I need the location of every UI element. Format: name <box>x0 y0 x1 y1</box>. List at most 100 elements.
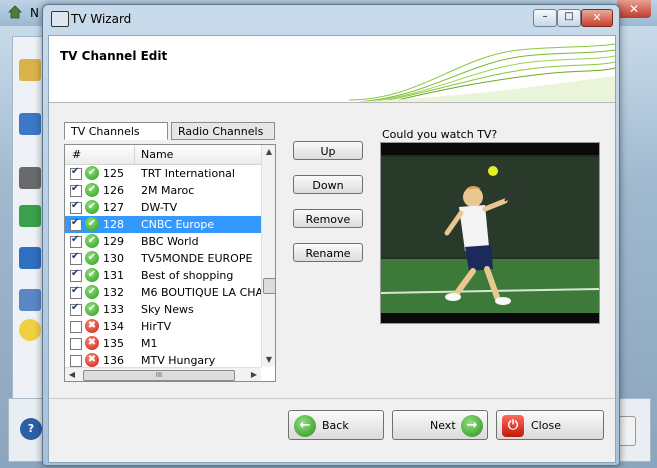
home-icon <box>8 5 22 19</box>
channel-number: 125 <box>103 167 124 180</box>
check-status-icon: ✔ <box>85 183 99 197</box>
table-row[interactable]: ✔ 133 Sky News <box>65 301 261 318</box>
channel-number: 132 <box>103 286 124 299</box>
screen-icon[interactable] <box>19 289 41 311</box>
row-checkbox[interactable] <box>70 217 82 231</box>
page-title: TV Channel Edit <box>60 49 168 63</box>
preview-label: Could you watch TV? <box>382 128 498 141</box>
column-separator[interactable] <box>134 145 135 164</box>
check-status-icon: ✔ <box>85 268 99 282</box>
table-row[interactable]: ✔ 129 BBC World <box>65 233 261 250</box>
header-swoosh-graphic <box>349 43 615 102</box>
check-status-icon: ✔ <box>85 285 99 299</box>
scroll-down-arrow-icon[interactable]: ▼ <box>262 353 275 367</box>
dialog-title: TV Wizard <box>71 12 132 26</box>
rename-button[interactable]: Rename <box>293 243 363 262</box>
background-close-button[interactable]: ✕ <box>617 0 651 18</box>
back-button-label: Back <box>322 419 349 432</box>
close-button-label: Close <box>531 419 561 432</box>
dialog-client-area: TV Channel Edit TV Channels Radio Channe… <box>48 35 616 463</box>
table-row[interactable]: ✔ 130 TV5MONDE EUROPE <box>65 250 261 267</box>
channel-number: 128 <box>103 218 124 231</box>
channel-number: 136 <box>103 354 124 367</box>
horizontal-scrollbar[interactable]: ◀ III ▶ <box>65 367 261 381</box>
lightbulb-icon[interactable] <box>19 319 41 341</box>
table-row[interactable]: ✔ 125 TRT International <box>65 165 261 182</box>
channel-name: HirTV <box>141 320 172 333</box>
row-checkbox[interactable] <box>70 338 82 350</box>
channel-number: 130 <box>103 252 124 265</box>
tv-wizard-app-icon <box>51 11 69 27</box>
next-arrow-icon: → <box>461 415 483 437</box>
horizontal-scroll-thumb[interactable]: III <box>83 370 235 381</box>
channel-name: M6 BOUTIQUE LA CHAIN <box>141 286 275 299</box>
row-checkbox[interactable] <box>70 251 82 265</box>
close-button[interactable]: ⏻ Close <box>496 410 604 440</box>
back-button[interactable]: ← Back <box>288 410 384 440</box>
row-checkbox[interactable] <box>70 321 82 333</box>
table-row[interactable]: ✔ 126 2M Maroc <box>65 182 261 199</box>
scroll-left-arrow-icon[interactable]: ◀ <box>65 368 79 381</box>
help-icon[interactable]: ? <box>20 418 42 440</box>
tab-tv-channels[interactable]: TV Channels <box>64 122 168 140</box>
table-row[interactable]: ✖ 135 M1 <box>65 335 261 352</box>
next-button[interactable]: Next → <box>392 410 488 440</box>
row-checkbox[interactable] <box>70 166 82 180</box>
channel-name: TRT International <box>141 167 235 180</box>
check-status-icon: ✔ <box>85 251 99 265</box>
vertical-scroll-thumb[interactable] <box>263 278 275 294</box>
column-header-number[interactable]: # <box>72 148 81 161</box>
monitor-icon[interactable] <box>19 247 41 269</box>
remove-button[interactable]: Remove <box>293 209 363 228</box>
channel-list: # Name ✔ 125 TRT International ✔ 126 2M Maroc… <box>64 144 276 382</box>
table-row[interactable]: ✔ 128 CNBC Europe <box>65 216 261 233</box>
scroll-up-arrow-icon[interactable]: ▲ <box>262 145 275 159</box>
table-row[interactable]: ✔ 127 DW-TV <box>65 199 261 216</box>
dialog-close-button[interactable]: ✕ <box>581 9 613 27</box>
row-checkbox[interactable] <box>70 183 82 197</box>
check-status-icon: ✔ <box>85 302 99 316</box>
table-row[interactable]: ✔ 131 Best of shopping <box>65 267 261 284</box>
network-icon[interactable] <box>19 113 41 135</box>
up-button[interactable]: Up <box>293 141 363 160</box>
folder-icon[interactable] <box>19 59 41 81</box>
row-checkbox[interactable] <box>70 268 82 282</box>
row-checkbox[interactable] <box>70 302 82 316</box>
channel-number: 131 <box>103 269 124 282</box>
channel-name: MTV Hungary <box>141 354 216 367</box>
tv-preview-image <box>380 142 600 324</box>
channel-name: Sky News <box>141 303 194 316</box>
vertical-scrollbar[interactable]: ▲ ▼ <box>261 145 275 367</box>
channel-number: 133 <box>103 303 124 316</box>
device-icon[interactable] <box>19 167 41 189</box>
error-status-icon: ✖ <box>85 353 99 367</box>
maximize-button[interactable]: □ <box>557 9 581 27</box>
column-header-name[interactable]: Name <box>141 148 173 161</box>
channel-name: M1 <box>141 337 158 350</box>
row-checkbox[interactable] <box>70 200 82 214</box>
channel-number: 126 <box>103 184 124 197</box>
channel-name: DW-TV <box>141 201 178 214</box>
down-button[interactable]: Down <box>293 175 363 194</box>
check-status-icon: ✔ <box>85 234 99 248</box>
row-checkbox[interactable] <box>70 285 82 299</box>
channel-number: 135 <box>103 337 124 350</box>
channel-name: TV5MONDE EUROPE <box>141 252 253 265</box>
power-icon: ⏻ <box>502 415 524 437</box>
channel-name: Best of shopping <box>141 269 234 282</box>
channel-number: 127 <box>103 201 124 214</box>
channel-name: BBC World <box>141 235 199 248</box>
table-row[interactable]: ✔ 132 M6 BOUTIQUE LA CHAIN <box>65 284 275 301</box>
check-status-icon: ✔ <box>85 166 99 180</box>
row-checkbox[interactable] <box>70 355 82 367</box>
channel-number: 134 <box>103 320 124 333</box>
table-row[interactable]: ✖ 134 HirTV <box>65 318 261 335</box>
error-status-icon: ✖ <box>85 319 99 333</box>
next-button-label: Next <box>430 419 456 432</box>
minimize-button[interactable]: – <box>533 9 557 27</box>
row-checkbox[interactable] <box>70 234 82 248</box>
scroll-right-arrow-icon[interactable]: ▶ <box>247 368 261 381</box>
tab-radio-channels[interactable]: Radio Channels <box>171 122 275 140</box>
tv-wizard-dialog: TV Wizard – □ ✕ TV Channel Edit TV Chann… <box>42 4 620 466</box>
update-icon[interactable] <box>19 205 41 227</box>
